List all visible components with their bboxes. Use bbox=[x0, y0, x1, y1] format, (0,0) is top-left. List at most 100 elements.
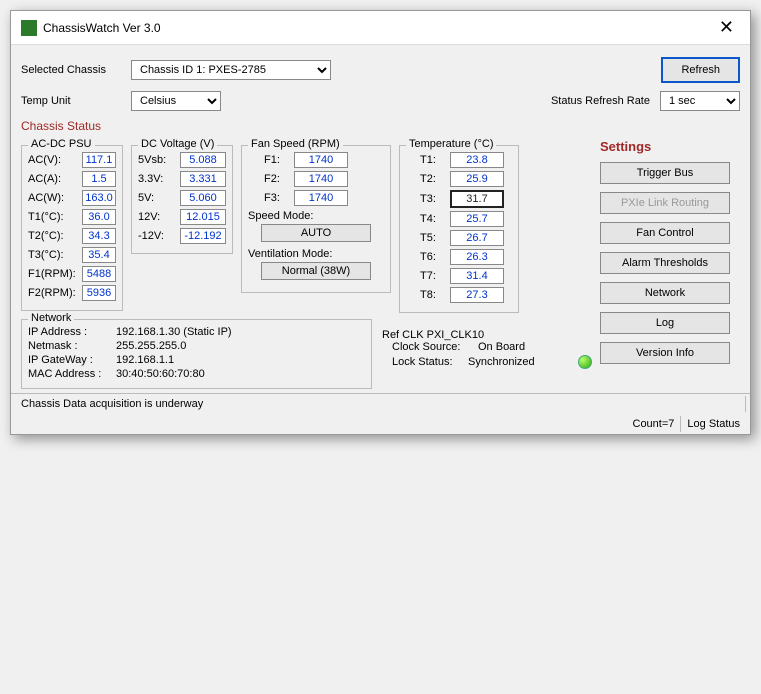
window-title: ChassisWatch Ver 3.0 bbox=[43, 21, 161, 35]
dc-value: 12.015 bbox=[180, 209, 226, 225]
speed-mode-label: Speed Mode: bbox=[248, 210, 384, 222]
netmask-label: Netmask : bbox=[28, 340, 108, 352]
psu-value: 117.1 bbox=[82, 152, 116, 168]
temp-label: T7: bbox=[420, 270, 446, 282]
psu-label: AC(W): bbox=[28, 192, 78, 204]
dc-label: 3.3V: bbox=[138, 173, 176, 185]
status-refresh-rate-select[interactable]: 1 sec bbox=[660, 91, 740, 111]
psu-row: F1(RPM):5488 bbox=[28, 266, 116, 282]
temp-label: T8: bbox=[420, 289, 446, 301]
psu-row: T3(°C): 35.4 bbox=[28, 247, 116, 263]
lock-status-label: Lock Status: bbox=[392, 356, 462, 368]
app-icon bbox=[21, 20, 37, 36]
fan-row: F2:1740 bbox=[264, 171, 384, 187]
netmask-value: 255.255.255.0 bbox=[116, 340, 186, 352]
pxie-link-routing-button[interactable]: PXIe Link Routing bbox=[600, 192, 730, 214]
fan-row: F3: 1740 bbox=[264, 190, 384, 206]
mac-address-label: MAC Address : bbox=[28, 368, 108, 380]
group-dc-voltage: DC Voltage (V) 5Vsb:5.0883.3V:3.3315V:5.… bbox=[131, 145, 233, 254]
psu-row: AC(V):117.1 bbox=[28, 152, 116, 168]
psu-row: AC(W):163.0 bbox=[28, 190, 116, 206]
group-acdc-psu: AC-DC PSU AC(V):117.1AC(A):1.5AC(W):163.… bbox=[21, 145, 123, 311]
dc-label: 5Vsb: bbox=[138, 154, 176, 166]
psu-value: 35.4 bbox=[82, 247, 116, 263]
temp-label: T4: bbox=[420, 213, 446, 225]
dc-value: 3.331 bbox=[180, 171, 226, 187]
fan-value: 1740 bbox=[294, 190, 348, 206]
fan-value: 1740 bbox=[294, 152, 348, 168]
mac-address-value: 30:40:50:60:70:80 bbox=[116, 368, 205, 380]
temp-value: 26.3 bbox=[450, 249, 504, 265]
group-temperature: Temperature (°C) T1:23.8T2:25.9T3:31.7T4… bbox=[399, 145, 519, 313]
temp-label: T2: bbox=[420, 173, 446, 185]
temp-unit-select[interactable]: Celsius bbox=[131, 91, 221, 111]
dc-label: -12V: bbox=[138, 230, 176, 242]
log-button[interactable]: Log bbox=[600, 312, 730, 334]
temp-value: 27.3 bbox=[450, 287, 504, 303]
ventilation-mode-label: Ventilation Mode: bbox=[248, 248, 384, 260]
psu-label: F2(RPM): bbox=[28, 287, 78, 299]
psu-label: T2(°C): bbox=[28, 230, 78, 242]
ip-address-value: 192.168.1.30 (Static IP) bbox=[116, 326, 232, 338]
ventilation-mode-button[interactable]: Normal (38W) bbox=[261, 262, 371, 280]
psu-label: T1(°C): bbox=[28, 211, 78, 223]
temp-row: T3: 31.7 bbox=[420, 190, 512, 208]
alarm-thresholds-button[interactable]: Alarm Thresholds bbox=[600, 252, 730, 274]
temp-value: 25.9 bbox=[450, 171, 504, 187]
group-refclk: Ref CLK PXI_CLK10 Clock Source:On Board … bbox=[382, 319, 592, 371]
chassis-status-heading: Chassis Status bbox=[21, 119, 740, 133]
clock-source-value: On Board bbox=[478, 341, 525, 353]
close-icon[interactable]: ✕ bbox=[713, 17, 740, 38]
group-title-network: Network bbox=[28, 312, 74, 324]
dc-value: 5.060 bbox=[180, 190, 226, 206]
fan-label: F1: bbox=[264, 154, 290, 166]
psu-label: T3(°C): bbox=[28, 249, 78, 261]
psu-row: AC(A):1.5 bbox=[28, 171, 116, 187]
temp-label: T1: bbox=[420, 154, 446, 166]
temp-row: T1:23.8 bbox=[420, 152, 512, 168]
gateway-label: IP GateWay : bbox=[28, 354, 108, 366]
temp-label: T5: bbox=[420, 232, 446, 244]
temp-row: T7: 31.4 bbox=[420, 268, 512, 284]
temp-value: 31.4 bbox=[450, 268, 504, 284]
statusbar-2: Count=7 Log Status bbox=[11, 414, 750, 434]
dc-value: -12.192 bbox=[180, 228, 226, 244]
lock-status-led-icon bbox=[578, 355, 592, 369]
temp-row: T5: 26.7 bbox=[420, 230, 512, 246]
fan-label: F3: bbox=[264, 192, 290, 204]
temp-value: 26.7 bbox=[450, 230, 504, 246]
dc-row: -12V: -12.192 bbox=[138, 228, 226, 244]
temp-value: 25.7 bbox=[450, 211, 504, 227]
network-button[interactable]: Network bbox=[600, 282, 730, 304]
app-window: ChassisWatch Ver 3.0 ✕ Selected Chassis … bbox=[10, 10, 751, 435]
psu-label: F1(RPM): bbox=[28, 268, 78, 280]
dc-row: 12V:12.015 bbox=[138, 209, 226, 225]
group-title-fan: Fan Speed (RPM) bbox=[248, 138, 343, 150]
titlebar: ChassisWatch Ver 3.0 ✕ bbox=[11, 11, 750, 45]
status-count: Count=7 bbox=[627, 416, 682, 432]
temp-row: T2: 25.9 bbox=[420, 171, 512, 187]
fan-control-button[interactable]: Fan Control bbox=[600, 222, 730, 244]
status-log: Log Status bbox=[681, 416, 746, 432]
temp-label: T3: bbox=[420, 193, 446, 205]
version-info-button[interactable]: Version Info bbox=[600, 342, 730, 364]
fan-value: 1740 bbox=[294, 171, 348, 187]
fan-row: F1: 1740 bbox=[264, 152, 384, 168]
lock-status-value: Synchronized bbox=[468, 356, 535, 368]
temp-label: T6: bbox=[420, 251, 446, 263]
dc-value: 5.088 bbox=[180, 152, 226, 168]
gateway-value: 192.168.1.1 bbox=[116, 354, 174, 366]
trigger-bus-button[interactable]: Trigger Bus bbox=[600, 162, 730, 184]
selected-chassis-label: Selected Chassis bbox=[21, 64, 131, 76]
settings-heading: Settings bbox=[600, 139, 740, 154]
psu-value: 36.0 bbox=[82, 209, 116, 225]
refresh-button[interactable]: Refresh bbox=[661, 57, 740, 83]
psu-row: T1(°C): 36.0 bbox=[28, 209, 116, 225]
group-title-dc: DC Voltage (V) bbox=[138, 138, 217, 150]
dc-row: 5Vsb: 5.088 bbox=[138, 152, 226, 168]
speed-mode-button[interactable]: AUTO bbox=[261, 224, 371, 242]
temp-value: 31.7 bbox=[450, 190, 504, 208]
status-refresh-rate-label: Status Refresh Rate bbox=[551, 95, 650, 107]
ip-address-label: IP Address : bbox=[28, 326, 108, 338]
selected-chassis-select[interactable]: Chassis ID 1: PXES-2785 bbox=[131, 60, 331, 80]
